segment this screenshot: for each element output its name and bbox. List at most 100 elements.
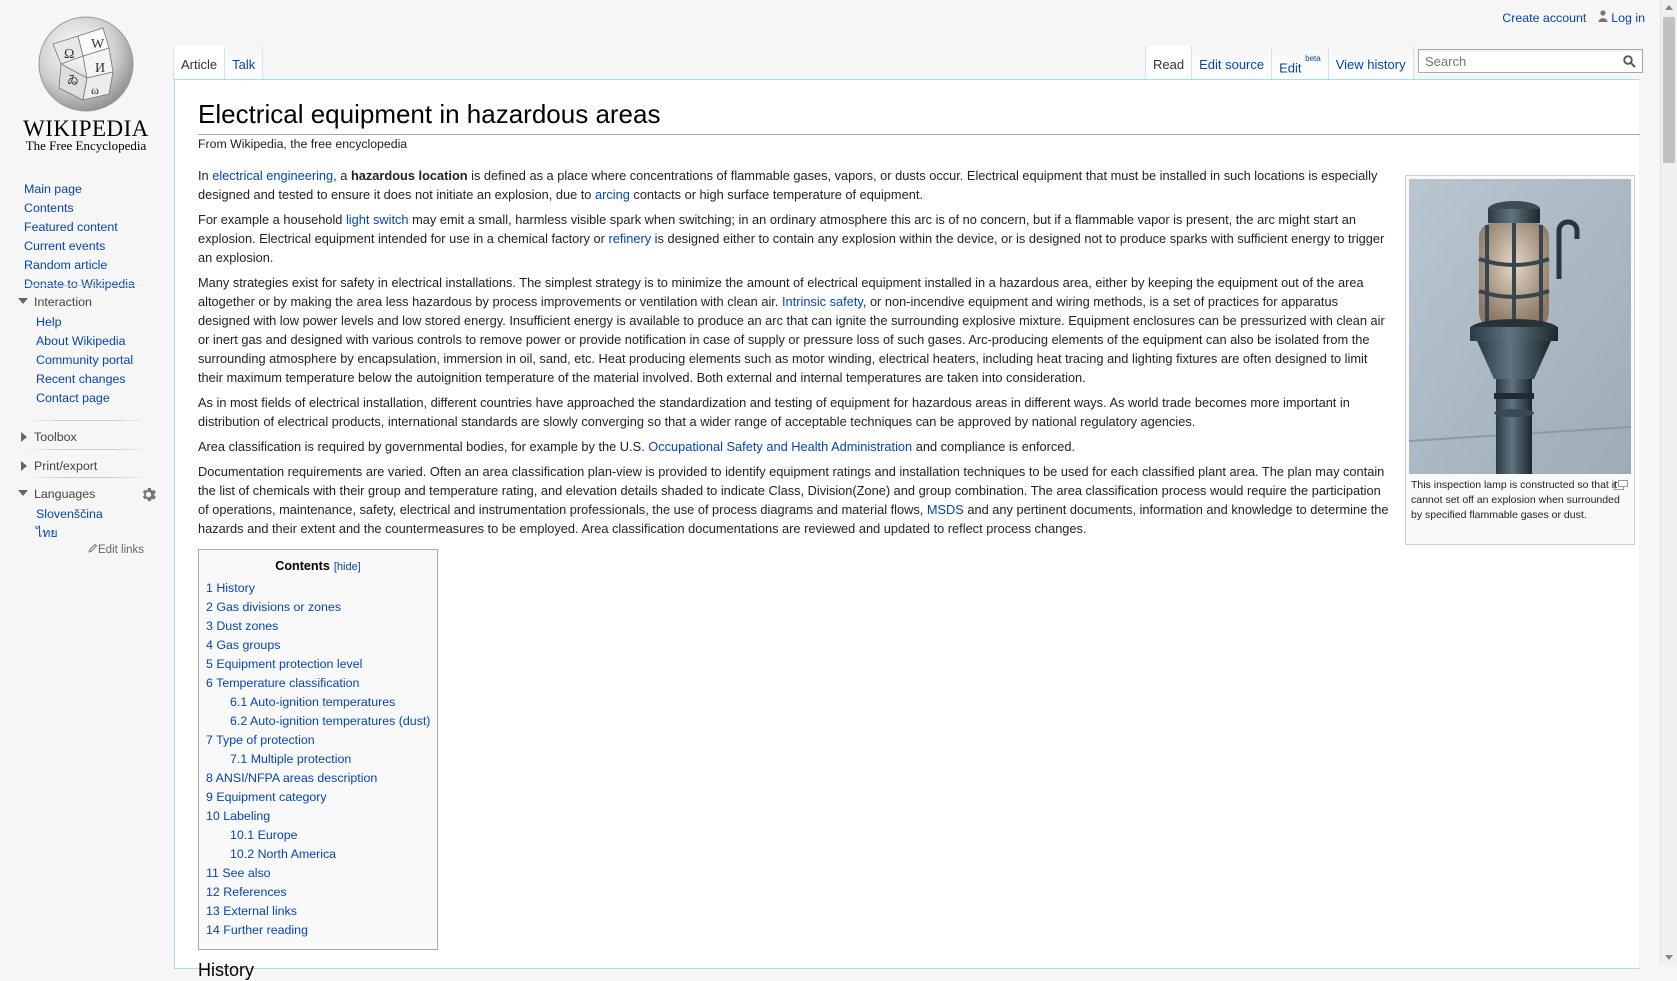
table-of-contents: Contents [hide] 1 History 2 Gas divisions… [198,549,438,950]
nav-current-events[interactable]: Current events [24,239,105,253]
pencil-icon [88,543,98,553]
toc-item[interactable]: 4 Gas groups [206,636,437,655]
tab-view-history[interactable]: View history [1327,46,1414,80]
create-account-link[interactable]: Create account [1502,11,1586,25]
toc-item[interactable]: 2 Gas divisions or zones [206,598,437,617]
scrollbar-thumb[interactable] [1663,17,1675,163]
nav-contents[interactable]: Contents [24,201,74,215]
toc-subitem[interactable]: 6.1 Auto-ignition temperatures [206,693,437,712]
user-icon [1598,10,1611,25]
tab-edit[interactable]: Edit beta [1271,46,1328,80]
toc-item[interactable]: 13 External links [206,902,437,921]
page-title: Electrical equipment in hazardous areas [198,99,1640,135]
edit-links[interactable]: Edit links [88,543,144,556]
portal-print-heading[interactable]: Print/export [0,457,172,475]
link-light-switch[interactable]: light switch [346,212,409,227]
paragraph-6: Documentation requirements are varied. O… [198,464,1389,536]
view-tabs: Read Edit source Edit beta View history [1145,46,1414,80]
link-refinery[interactable]: refinery [608,231,651,246]
link-electrical-engineering[interactable]: electrical engineering [212,168,333,183]
paragraph-1: In electrical engineering, a hazardous l… [198,168,1378,202]
nav-donate[interactable]: Donate to Wikipedia [24,277,135,291]
navigation-list: Main page Contents Featured content Curr… [0,180,135,294]
tab-talk[interactable]: Talk [224,46,264,80]
thumbnail-caption: This inspection lamp is constructed so t… [1411,479,1620,521]
toc-item[interactable]: 10 Labeling [206,807,437,826]
portal-separator [24,420,150,421]
search-icon[interactable] [1623,55,1636,68]
toc-subitem[interactable]: 10.2 North America [206,845,437,864]
page-scrollbar[interactable] [1660,0,1677,965]
portal-interaction-heading[interactable]: Interaction [0,293,172,311]
namespace-tabs: Article Talk [173,46,264,80]
site-subtitle: From Wikipedia, the free encyclopedia [198,137,408,151]
toc-item[interactable]: 1 History [206,579,437,598]
gear-icon[interactable] [141,487,156,502]
toc-item[interactable]: 14 Further reading [206,921,437,940]
scroll-down-arrow-icon[interactable] [1665,955,1673,960]
toc-item[interactable]: 8 ANSI/NFPA areas description [206,769,437,788]
toc-hide-link[interactable]: [hide] [334,561,361,573]
portal-languages: Languages Slovenščina ไทย Edit links [0,477,172,556]
toc-subitem[interactable]: 10.1 Europe [206,826,437,845]
portal-interaction: Interaction Help About Wikipedia Communi… [0,285,172,408]
nav-featured-content[interactable]: Featured content [24,220,118,234]
svg-text:W: W [91,37,105,52]
toc-subitem[interactable]: 7.1 Multiple protection [206,750,437,769]
nav-recent-changes[interactable]: Recent changes [36,372,126,386]
thumbnail-figure: This inspection lamp is constructed so t… [1405,175,1635,545]
scroll-up-arrow-icon[interactable] [1665,5,1673,10]
svg-text:И: И [95,61,105,76]
paragraph-5: Area classification is required by gover… [198,439,1076,454]
article-body: In electrical engineering, a hazardous l… [198,166,1393,544]
beta-label: beta [1305,54,1321,63]
toc-list: 1 History 2 Gas divisions or zones 3 Dus… [199,579,437,940]
nav-random-article[interactable]: Random article [24,258,107,272]
tab-read[interactable]: Read [1145,46,1192,80]
link-osha[interactable]: Occupational Safety and Health Administr… [648,439,912,454]
portal-separator [24,285,150,286]
toc-item[interactable]: 5 Equipment protection level [206,655,437,674]
toc-item[interactable]: 7 Type of protection [206,731,437,750]
portal-separator [24,477,150,478]
toc-subitem[interactable]: 6.2 Auto-ignition temperatures (dust) [206,712,437,731]
expand-arrow-icon [21,461,27,471]
lang-thai[interactable]: ไทย [36,526,58,540]
portal-separator [24,449,150,450]
link-arcing[interactable]: arcing [595,187,630,202]
inspection-lamp-image[interactable] [1409,179,1631,474]
tab-article[interactable]: Article [173,46,225,80]
nav-help[interactable]: Help [36,315,61,329]
tab-edit-source[interactable]: Edit source [1191,46,1272,80]
portal-toolbox: Toolbox [0,420,172,446]
expand-arrow-icon [21,432,27,442]
collapse-arrow-icon [18,298,28,304]
toc-item[interactable]: 11 See also [206,864,437,883]
personal-tools: Create account Log in [1502,10,1645,25]
nav-community-portal[interactable]: Community portal [36,353,133,367]
section-heading-history: History [198,960,255,980]
toc-item[interactable]: 12 References [206,883,437,902]
toc-item[interactable]: 9 Equipment category [206,788,437,807]
link-msds[interactable]: MSDS [927,502,964,517]
portal-toolbox-heading[interactable]: Toolbox [0,428,172,446]
svg-text:Ω: Ω [64,47,74,62]
nav-contact-page[interactable]: Contact page [36,391,110,405]
nav-about-wikipedia[interactable]: About Wikipedia [36,334,126,348]
lang-slovenscina[interactable]: Slovenščina [36,507,103,521]
toc-item[interactable]: 3 Dust zones [206,617,437,636]
collapse-arrow-icon [18,490,28,496]
login-link[interactable]: Log in [1611,11,1645,25]
search-box [1418,49,1643,73]
toc-item[interactable]: 6 Temperature classification [206,674,437,693]
search-input[interactable] [1419,50,1626,72]
nav-main-page[interactable]: Main page [24,182,82,196]
main-content: Electrical equipment in hazardous areas … [174,79,1640,980]
portal-print: Print/export [0,449,172,475]
paragraph-3: Many strategies exist for safety in elec… [198,275,1385,385]
toc-title: Contents [hide] [275,559,361,573]
bold-term: hazardous location [350,168,468,183]
link-intrinsic-safety[interactable]: Intrinsic safety [782,294,863,309]
wikipedia-logo[interactable]: W Ω И ゐ ω Wikipedia The Free Encyclopedi… [0,0,172,160]
paragraph-4: As in most fields of electrical installa… [198,395,1350,429]
